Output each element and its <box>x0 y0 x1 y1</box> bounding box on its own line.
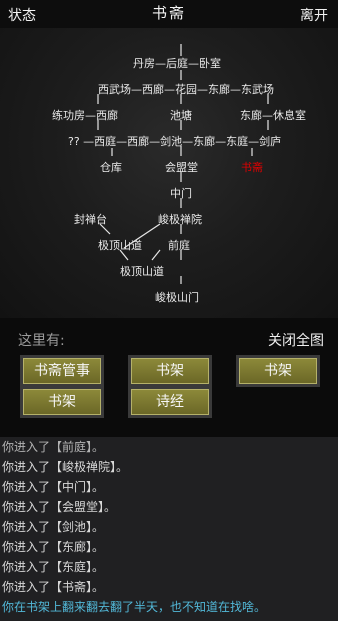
top-bar: 状态 书斋 离开 <box>0 0 338 28</box>
log-line: 你进入了【前庭】。 <box>2 440 105 454</box>
log-line: 你进入了【会盟堂】。 <box>2 500 117 514</box>
page-title: 书斋 <box>151 4 186 22</box>
leave-button[interactable]: 离开 <box>300 5 328 25</box>
item-shijing-button[interactable]: 诗经 <box>128 386 212 418</box>
map-node-row2[interactable]: 西武场—西廊—花园—东廊—东武场 <box>98 81 274 97</box>
map-node-danfang[interactable]: 丹房—后庭—卧室 <box>133 55 221 71</box>
map-node-zhongmen[interactable]: 中门 <box>170 185 192 201</box>
map-node-junji-shanmen[interactable]: 峻极山门 <box>155 289 199 305</box>
log-line: 你进入了【书斋】。 <box>2 580 105 594</box>
map-node-chitang[interactable]: 池塘 <box>170 107 192 123</box>
map-node-qianting[interactable]: 前庭 <box>168 237 190 253</box>
map-node-shuzhai-current[interactable]: 书斋 <box>241 159 263 175</box>
npc-shuzhai-guanshi-button[interactable]: 书斋管事 <box>20 355 104 387</box>
map-panel: 丹房—后庭—卧室 西武场—西廊—花园—东廊—东武场 练功房—西廊 池塘 东廊—休… <box>0 28 338 318</box>
item-shujia-button-3[interactable]: 书架 <box>20 386 104 418</box>
map-node-row4[interactable]: ?? —西庭—西廊—剑池—东廊—东庭—剑庐 <box>68 133 281 149</box>
map-node-lianggongfang[interactable]: 练功房—西廊 <box>52 107 118 123</box>
map-node-cangku[interactable]: 仓库 <box>100 159 122 175</box>
map-node-fengchantai[interactable]: 封禅台 <box>74 211 107 227</box>
log-line: 你进入了【东廊】。 <box>2 540 105 554</box>
map-node-jiding-shandao-2[interactable]: 极顶山道 <box>120 263 164 279</box>
map-node-jiding-shandao-1[interactable]: 极顶山道 <box>98 237 142 253</box>
log-line: 你进入了【剑池】。 <box>2 520 105 534</box>
log-line: 你进入了【中门】。 <box>2 480 105 494</box>
map-node-junjichanyuan[interactable]: 峻极禅院 <box>158 211 202 227</box>
message-log: 你进入了【前庭】。 你进入了【峻极禅院】。 你进入了【中门】。 你进入了【会盟堂… <box>0 437 338 621</box>
log-line: 你进入了【东庭】。 <box>2 560 105 574</box>
map-node-dongting-rest[interactable]: 东廊—休息室 <box>240 107 306 123</box>
close-map-button[interactable]: 关闭全图 <box>268 330 324 350</box>
item-shujia-button-2[interactable]: 书架 <box>236 355 320 387</box>
map-node-huimengtang[interactable]: 会盟堂 <box>165 159 198 175</box>
item-shujia-button-1[interactable]: 书架 <box>128 355 212 387</box>
log-line: 你进入了【峻极禅院】。 <box>2 460 129 474</box>
here-label: 这里有: <box>18 333 65 349</box>
log-line-latest: 你在书架上翻来翻去翻了半天，也不知道在找啥。 <box>2 600 267 614</box>
